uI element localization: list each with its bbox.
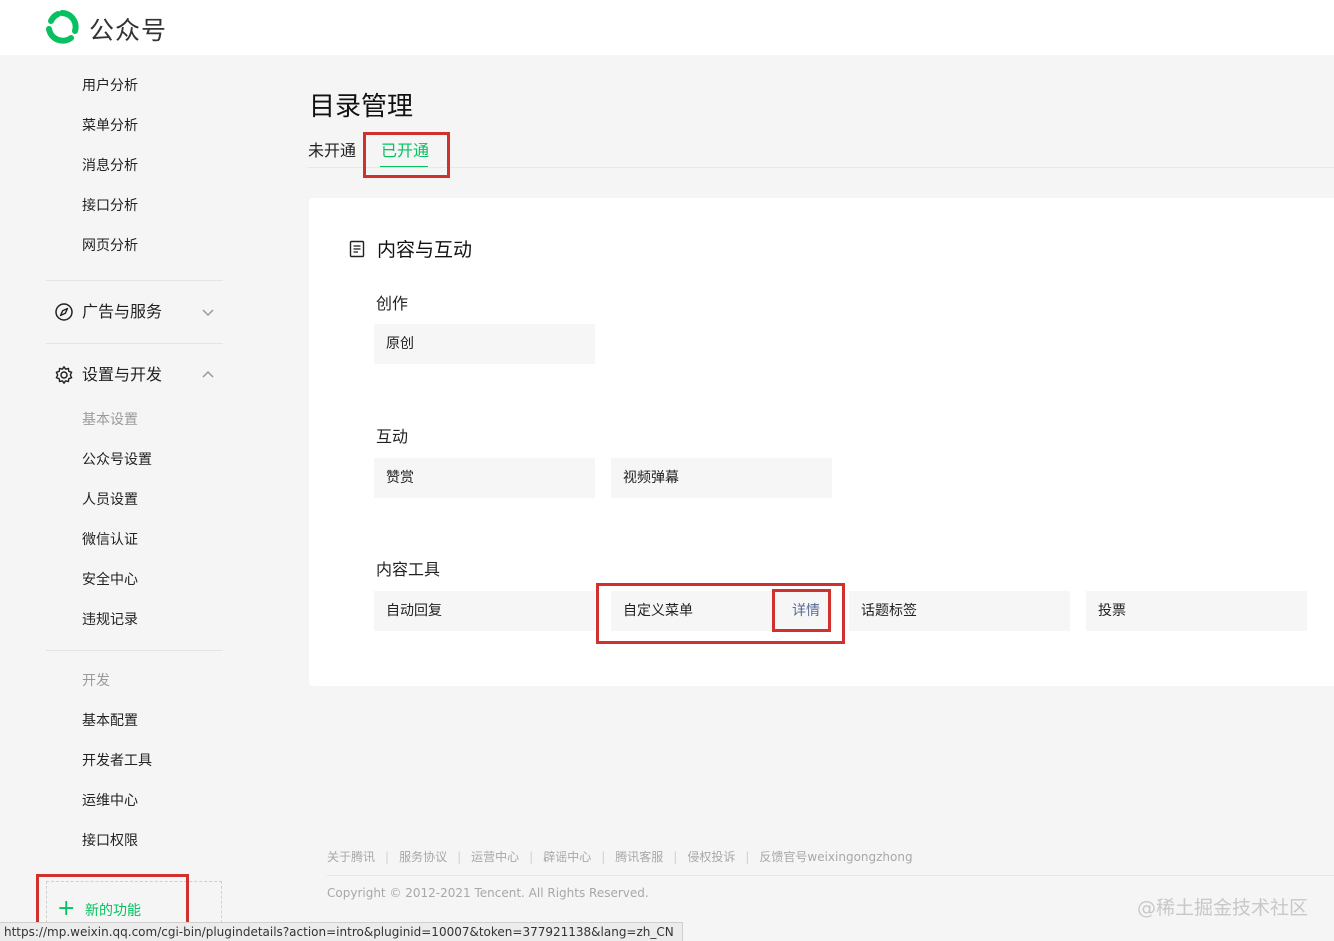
sidebar-item-api-analysis[interactable]: 接口分析 (82, 196, 138, 216)
sidebar-divider (46, 280, 223, 281)
tile-label: 自动回复 (386, 603, 442, 619)
sidebar-item-ops-center[interactable]: 运维中心 (82, 791, 138, 811)
section-title-content-tools: 内容工具 (376, 560, 441, 579)
sidebar-item-wechat-verification[interactable]: 微信认证 (82, 530, 138, 550)
tab-not-enabled[interactable]: 未开通 (308, 141, 356, 161)
footer-link-about[interactable]: 关于腾讯 (327, 850, 375, 864)
feature-tile-reward[interactable]: 赞赏 (374, 458, 595, 498)
tile-label: 话题标签 (861, 603, 917, 619)
footer-separator: | (385, 850, 390, 864)
footer-link-support[interactable]: 腾讯客服 (615, 850, 663, 864)
footer-separator: | (601, 850, 606, 864)
tile-label: 赞赏 (386, 470, 414, 486)
sidebar-group-label: 设置与开发 (82, 365, 163, 384)
sidebar-item-security-center[interactable]: 安全中心 (82, 570, 138, 590)
sidebar-item-web-analysis[interactable]: 网页分析 (82, 236, 138, 256)
tile-label: 投票 (1098, 603, 1126, 619)
section-title-creation: 创作 (376, 294, 409, 313)
top-bar: 公众号 (0, 0, 1334, 55)
chevron-down-icon[interactable] (200, 304, 216, 320)
content-interaction-card: 内容与互动 创作 原创 互动 赞赏 视频弹幕 内容工具 自动回复 自定义菜单 详… (309, 198, 1334, 686)
card-title: 内容与互动 (377, 239, 473, 261)
footer-links: 关于腾讯 | 服务协议 | 运营中心 | 辟谣中心 | 腾讯客服 | 侵权投诉 | 反馈官号weixin… (327, 848, 913, 865)
sidebar-item-menu-analysis[interactable]: 菜单分析 (82, 116, 138, 136)
sidebar-item-basic-config[interactable]: 基本配置 (82, 711, 138, 731)
footer-link-service-agreement[interactable]: 服务协议 (399, 850, 447, 864)
watermark-text: @稀土掘金技术社区 (1136, 897, 1308, 919)
sidebar-heading-basic-settings: 基本设置 (82, 412, 138, 428)
footer-link-feedback[interactable]: 反馈官号weixingongzhong (759, 850, 912, 864)
browser-status-url: https://mp.weixin.qq.com/cgi-bin/plugind… (0, 922, 683, 941)
sidebar-item-staff-settings[interactable]: 人员设置 (82, 490, 138, 510)
footer-link-infringement[interactable]: 侵权投诉 (687, 850, 735, 864)
gear-icon (55, 366, 73, 384)
copyright-text: Copyright © 2012-2021 Tencent. All Right… (327, 886, 649, 900)
feature-tile-video-danmaku[interactable]: 视频弹幕 (611, 458, 832, 498)
compass-icon (55, 303, 73, 321)
sidebar-divider (46, 343, 223, 344)
footer-link-rumor-center[interactable]: 辟谣中心 (543, 850, 591, 864)
custom-menu-detail-link[interactable]: 详情 (792, 601, 820, 621)
tab-divider (308, 167, 1334, 168)
footer-separator: | (673, 850, 678, 864)
sidebar-item-violation-records[interactable]: 违规记录 (82, 610, 138, 630)
page-title: 目录管理 (309, 92, 414, 122)
chevron-up-icon[interactable] (200, 367, 216, 383)
sidebar-item-message-analysis[interactable]: 消息分析 (82, 156, 138, 176)
sidebar-group-settings-dev[interactable]: 设置与开发 (54, 363, 224, 387)
tile-label: 视频弹幕 (623, 470, 679, 486)
footer-separator: | (457, 850, 462, 864)
sidebar-heading-dev: 开发 (82, 673, 110, 689)
sidebar-divider (46, 650, 223, 651)
wechat-official-logo-icon[interactable] (44, 9, 80, 45)
sidebar-item-account-settings[interactable]: 公众号设置 (82, 450, 152, 470)
feature-tile-topic-tags[interactable]: 话题标签 (849, 591, 1070, 631)
feature-tile-vote[interactable]: 投票 (1086, 591, 1307, 631)
sidebar-item-user-analysis[interactable]: 用户分析 (82, 76, 138, 96)
feature-tile-custom-menu[interactable]: 自定义菜单 详情 (611, 591, 832, 631)
tab-enabled[interactable]: 已开通 (381, 141, 429, 161)
sidebar-item-dev-tools[interactable]: 开发者工具 (82, 751, 152, 771)
sidebar-group-label: 广告与服务 (82, 302, 163, 321)
section-title-interaction: 互动 (376, 427, 409, 446)
plus-icon: + (57, 896, 76, 921)
footer-divider (327, 875, 1334, 876)
feature-tile-original[interactable]: 原创 (374, 324, 595, 364)
tile-label: 自定义菜单 (623, 603, 693, 619)
new-feature-label: 新的功能 (85, 903, 141, 919)
footer-link-ops-center[interactable]: 运营中心 (471, 850, 519, 864)
sidebar-item-api-permissions[interactable]: 接口权限 (82, 831, 138, 851)
footer-separator: | (745, 850, 750, 864)
brand-name: 公众号 (89, 16, 168, 45)
footer-separator: | (529, 850, 534, 864)
feature-tile-auto-reply[interactable]: 自动回复 (374, 591, 595, 631)
sidebar-group-ads-services[interactable]: 广告与服务 (54, 300, 224, 324)
tile-label: 原创 (386, 336, 414, 352)
document-icon (349, 240, 365, 258)
